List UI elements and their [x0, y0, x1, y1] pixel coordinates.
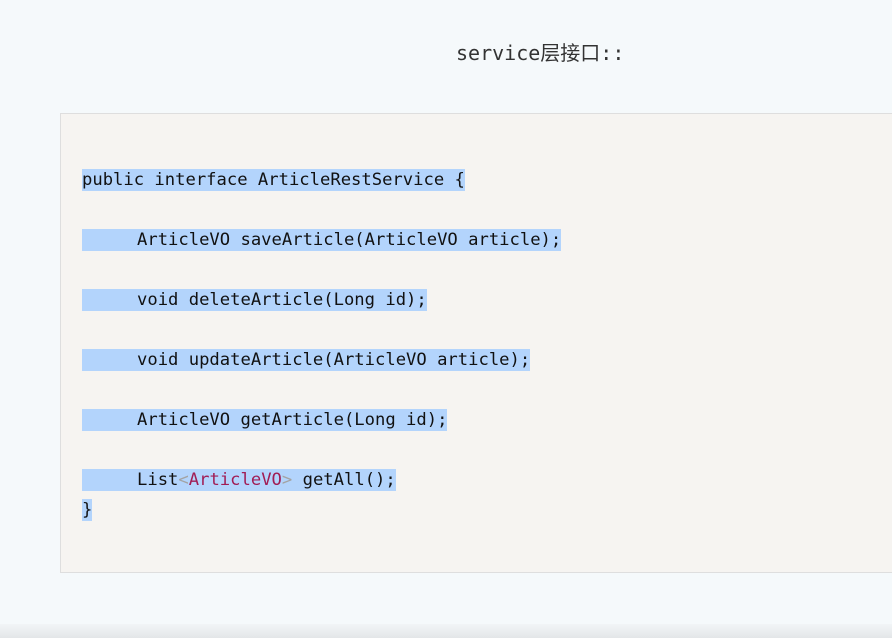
code-text-get-all: getAll();: [292, 470, 396, 490]
code-line-delete-article: void deleteArticle(Long id);: [82, 289, 427, 311]
code-text-get-article: ArticleVO getArticle(Long id);: [137, 410, 448, 430]
generic-close-bracket: >: [281, 470, 293, 490]
code-text-list-keyword: List: [137, 470, 179, 490]
generic-type-name: ArticleVO: [188, 470, 282, 490]
code-line-get-all: List<ArticleVO> getAll();: [82, 469, 396, 491]
code-text-save-article: ArticleVO saveArticle(ArticleVO article)…: [137, 230, 562, 250]
code-text-delete-article: void deleteArticle(Long id);: [137, 290, 427, 310]
code-line-update-article: void updateArticle(ArticleVO article);: [82, 349, 531, 371]
code-text-update-article: void updateArticle(ArticleVO article);: [137, 350, 531, 370]
section-heading: service层接口::: [456, 41, 625, 65]
code-line-closing-brace: }: [82, 499, 93, 521]
code-block[interactable]: public interface ArticleRestService { Ar…: [60, 113, 892, 573]
code-line-get-article: ArticleVO getArticle(Long id);: [82, 409, 448, 431]
generic-open-bracket: <: [178, 470, 189, 490]
bottom-scroll-shadow: [0, 624, 892, 638]
code-line-interface-declaration: public interface ArticleRestService {: [82, 169, 465, 191]
code-line-save-article: ArticleVO saveArticle(ArticleVO article)…: [82, 229, 562, 251]
